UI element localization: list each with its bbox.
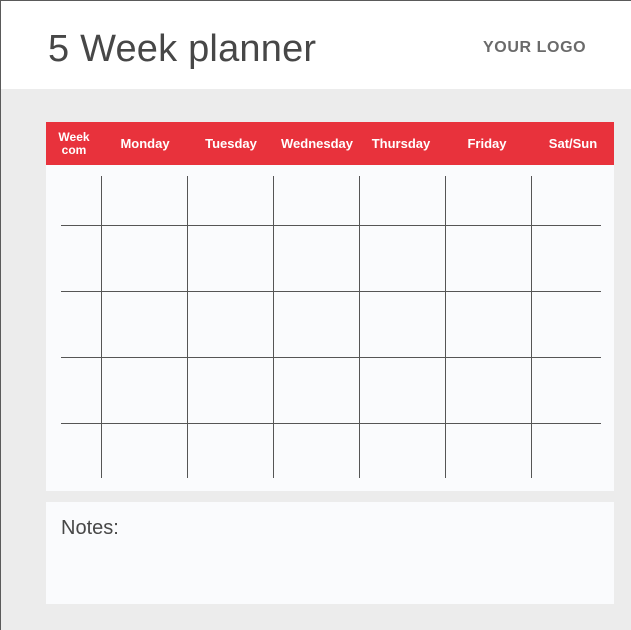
grid-line-horizontal (61, 225, 601, 226)
grid-line-vertical (359, 176, 360, 478)
page-title: 5 Week planner (48, 28, 317, 70)
column-header-friday: Friday (467, 136, 507, 151)
grid-line-vertical (445, 176, 446, 478)
week-label-line2: com (61, 142, 87, 157)
column-header-thursday: Thursday (371, 136, 431, 151)
grid-line-vertical (187, 176, 188, 478)
header-bar: 5 Week planner YOUR LOGO (1, 1, 631, 89)
calendar-table: Week com Monday Tuesday Wednesday Thursd… (46, 122, 614, 491)
column-header-tuesday: Tuesday (205, 136, 257, 151)
column-header-monday: Monday (120, 136, 170, 151)
grid-line-horizontal (61, 291, 601, 292)
calendar-header-row: Week com Monday Tuesday Wednesday Thursd… (46, 122, 614, 165)
grid-line-vertical (273, 176, 274, 478)
notes-panel: Notes: (46, 502, 614, 604)
week-label-line1: Week (58, 129, 90, 144)
grid-line-horizontal (61, 423, 601, 424)
grid-line-horizontal (61, 357, 601, 358)
notes-label: Notes: (61, 517, 119, 539)
grid-line-vertical (531, 176, 532, 478)
logo-placeholder: YOUR LOGO (483, 39, 587, 56)
column-header-wednesday: Wednesday (280, 136, 353, 151)
grid-line-vertical (101, 176, 102, 478)
planner-page: 5 Week planner YOUR LOGO Week com Monday… (0, 0, 631, 630)
column-header-week-commencing: Week com (46, 122, 102, 165)
column-header-sat-sun: Sat/Sun (548, 136, 598, 151)
